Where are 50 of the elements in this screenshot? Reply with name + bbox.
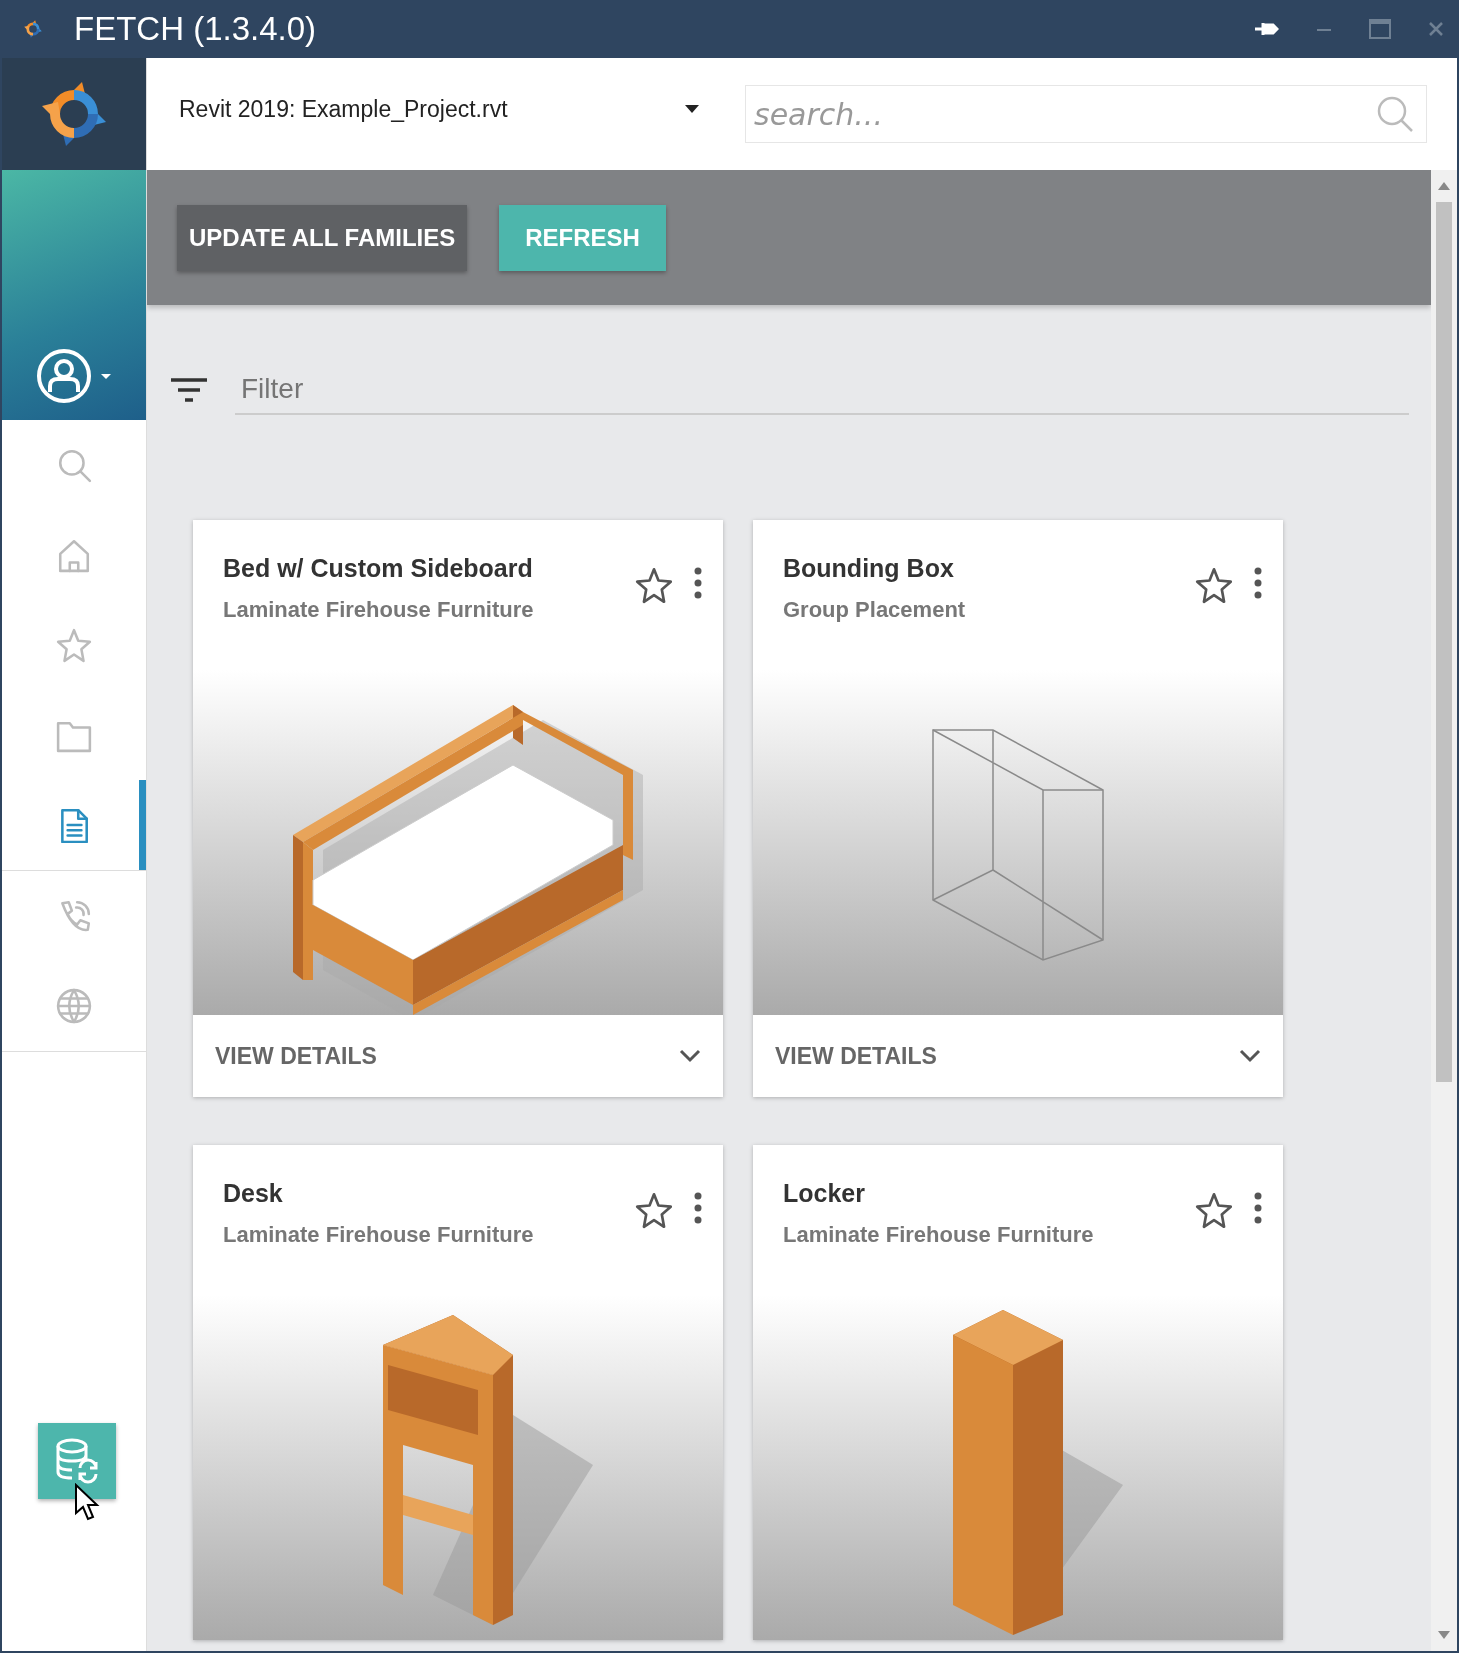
card-title: Bed w/ Custom Sideboard [223,554,534,583]
more-vertical-icon [693,1191,703,1225]
maximize-icon[interactable] [1369,19,1391,39]
caret-icon [685,105,699,113]
more-options-button[interactable] [1253,1191,1263,1225]
card-title: Bounding Box [783,554,955,583]
home-icon [56,537,92,573]
search-icon [1375,94,1415,134]
star-icon [635,566,673,604]
window-title: FETCH (1.3.4.0) [74,10,318,48]
search-icon [56,447,92,483]
user-avatar-icon[interactable] [36,348,92,404]
filter-field[interactable]: Filter [235,365,1409,415]
favorite-button[interactable] [1195,566,1233,604]
favorite-button[interactable] [635,1191,673,1229]
card-subtitle: Laminate Firehouse Furniture [783,1222,1095,1248]
mouse-cursor-icon [74,1483,100,1521]
scroll-up-icon[interactable] [1438,182,1450,190]
close-icon[interactable] [1427,20,1445,38]
scrollbar[interactable] [1431,170,1457,1651]
chevron-down-icon [679,1049,701,1063]
view-details-button[interactable]: VIEW DETAILS [753,1015,1283,1097]
star-icon [1195,566,1233,604]
card-subtitle: Group Placement [783,597,967,623]
filter-icon[interactable] [171,377,207,403]
more-options-button[interactable] [693,566,703,600]
sync-database-button[interactable] [38,1423,116,1499]
star-icon [635,1191,673,1229]
scroll-down-icon[interactable] [1438,1631,1450,1639]
card-subtitle: Laminate Firehouse Furniture [223,1222,535,1248]
pin-icon[interactable] [1253,20,1279,38]
app-logo-icon [22,18,44,40]
more-vertical-icon [1253,566,1263,600]
view-details-button[interactable]: VIEW DETAILS [193,1015,723,1097]
star-icon [1195,1191,1233,1229]
favorite-button[interactable] [1195,1191,1233,1229]
chevron-down-icon [1239,1049,1261,1063]
more-options-button[interactable] [693,1191,703,1225]
card-title: Locker [783,1179,866,1208]
update-families-button[interactable]: UPDATE ALL FAMILIES [177,204,468,271]
card-title: Desk [223,1179,284,1208]
project-dropdown[interactable]: Revit 2019: Example_Project.rvt [179,95,709,133]
globe-icon [56,988,92,1024]
star-icon [56,627,92,663]
more-vertical-icon [693,566,703,600]
card-subtitle: Laminate Firehouse Furniture [223,597,535,623]
more-options-button[interactable] [1253,566,1263,600]
search-field[interactable]: search... [745,85,1427,143]
more-vertical-icon [1253,1191,1263,1225]
favorite-button[interactable] [635,566,673,604]
